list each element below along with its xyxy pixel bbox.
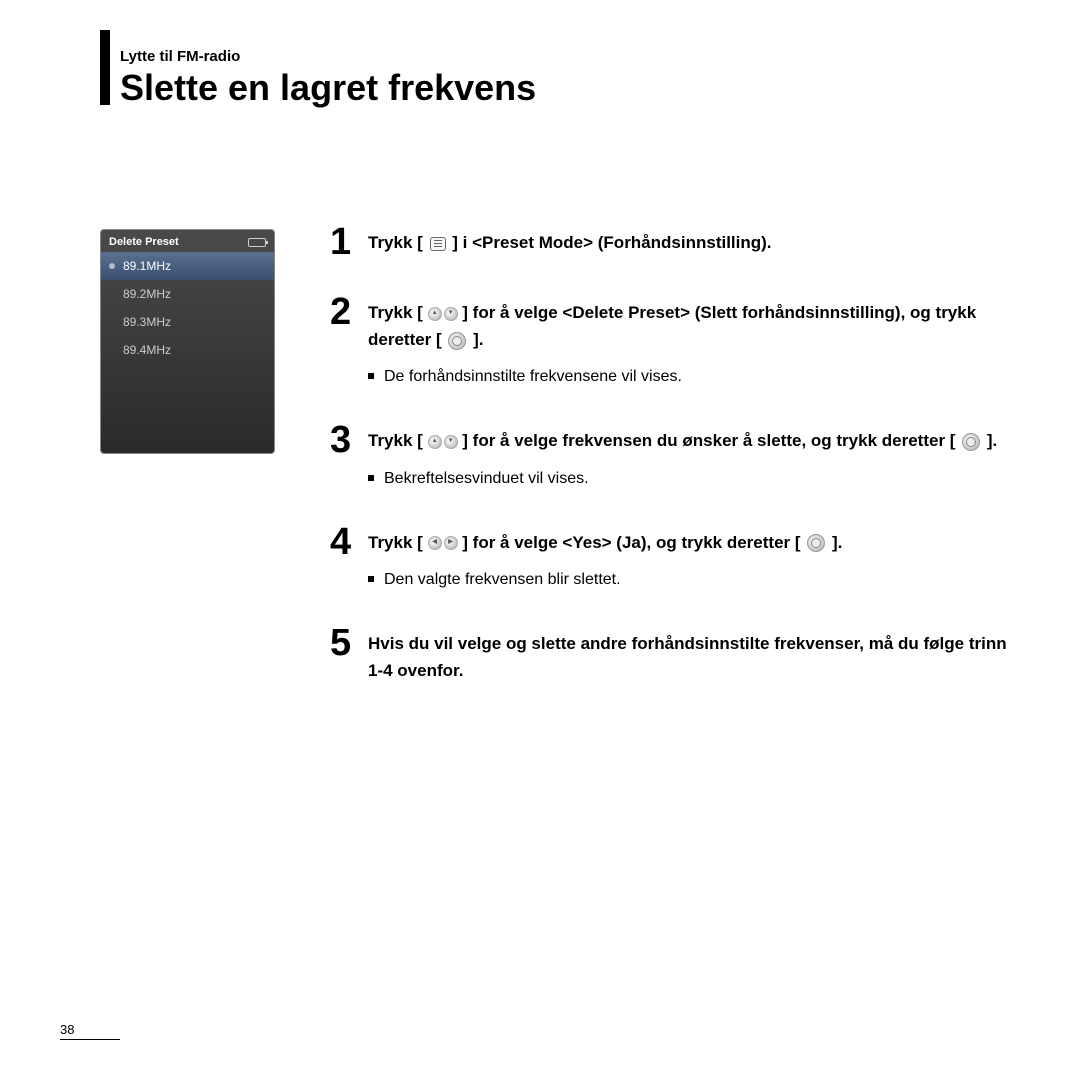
step: 5Hvis du vil velge og slette andre forhå…: [330, 630, 1020, 684]
preset-list: 89.1MHz89.2MHz89.3MHz89.4MHz: [101, 252, 274, 364]
step-number: 2: [330, 293, 368, 389]
step-note: Den valgte frekvensen blir slettet.: [368, 568, 1020, 592]
step: 1Trykk [ ] i <Preset Mode> (Forhåndsinns…: [330, 229, 1020, 261]
select-icon: [962, 433, 980, 451]
device-screenshot: Delete Preset 89.1MHz89.2MHz89.3MHz89.4M…: [100, 229, 275, 454]
step-instruction: Trykk [ ] for å velge frekvensen du ønsk…: [368, 427, 1020, 454]
step-instruction: Trykk [ ] for å velge <Yes> (Ja), og try…: [368, 529, 1020, 556]
menu-icon: [430, 237, 446, 251]
left-right-icon: [428, 536, 458, 550]
bullet-icon: [368, 373, 374, 379]
step-instruction: Hvis du vil velge og slette andre forhån…: [368, 630, 1020, 684]
step-number: 5: [330, 624, 368, 684]
up-down-icon: [428, 435, 458, 449]
battery-icon: [248, 238, 266, 247]
up-down-icon: [428, 307, 458, 321]
preset-item: 89.4MHz: [101, 336, 274, 364]
header-accent-bar: [100, 30, 110, 105]
bullet-icon: [368, 475, 374, 481]
step-instruction: Trykk [ ] for å velge <Delete Preset> (S…: [368, 299, 1020, 353]
step-number: 3: [330, 421, 368, 490]
step-number: 1: [330, 223, 368, 261]
preset-item: 89.1MHz: [101, 252, 274, 280]
step-note: Bekreftelsesvinduet vil vises.: [368, 467, 1020, 491]
select-icon: [448, 332, 466, 350]
page-number: 38: [60, 1022, 120, 1040]
step: 4Trykk [ ] for å velge <Yes> (Ja), og tr…: [330, 529, 1020, 592]
page-title: Slette en lagret frekvens: [120, 67, 1020, 109]
step-instruction: Trykk [ ] i <Preset Mode> (Forhåndsinnst…: [368, 229, 1020, 256]
step-number: 4: [330, 523, 368, 592]
preset-item: 89.2MHz: [101, 280, 274, 308]
select-icon: [807, 534, 825, 552]
preset-item: 89.3MHz: [101, 308, 274, 336]
section-label: Lytte til FM-radio: [120, 48, 1020, 65]
step-note: De forhåndsinnstilte frekvensene vil vis…: [368, 365, 1020, 389]
step: 2Trykk [ ] for å velge <Delete Preset> (…: [330, 299, 1020, 389]
step: 3Trykk [ ] for å velge frekvensen du øns…: [330, 427, 1020, 490]
bullet-icon: [368, 576, 374, 582]
device-title: Delete Preset: [109, 236, 179, 248]
